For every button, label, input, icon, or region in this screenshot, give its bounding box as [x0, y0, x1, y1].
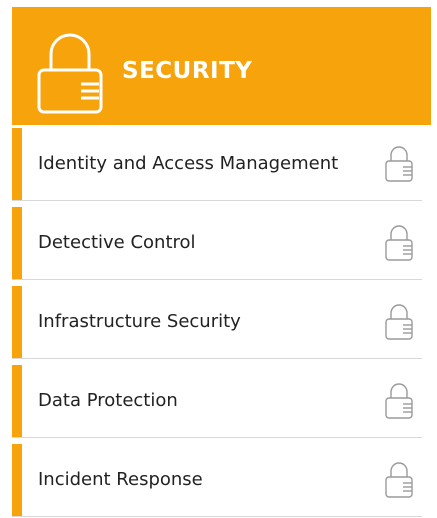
item-accent-bar	[12, 207, 22, 279]
list-item-identity-and-access-management[interactable]: Identity and Access Management	[12, 128, 422, 201]
item-label: Incident Response	[38, 469, 203, 490]
lock-icon	[37, 33, 103, 114]
header-title: SECURITY	[122, 58, 253, 84]
item-accent-bar	[12, 286, 22, 358]
lock-icon	[385, 146, 413, 182]
security-header: SECURITY	[12, 7, 431, 125]
item-accent-bar	[12, 128, 22, 200]
item-label: Infrastructure Security	[38, 311, 241, 332]
list-item-data-protection[interactable]: Data Protection	[12, 365, 422, 438]
lock-icon	[385, 304, 413, 340]
item-label: Data Protection	[38, 390, 178, 411]
item-accent-bar	[12, 444, 22, 516]
item-label: Detective Control	[38, 232, 196, 253]
item-label: Identity and Access Management	[38, 153, 339, 174]
lock-icon	[385, 225, 413, 261]
lock-icon	[385, 462, 413, 498]
security-card: SECURITY Identity and Access Management …	[0, 0, 437, 518]
item-accent-bar	[12, 365, 22, 437]
list-item-infrastructure-security[interactable]: Infrastructure Security	[12, 286, 422, 359]
list-item-incident-response[interactable]: Incident Response	[12, 444, 422, 517]
list-item-detective-control[interactable]: Detective Control	[12, 207, 422, 280]
lock-icon	[385, 383, 413, 419]
